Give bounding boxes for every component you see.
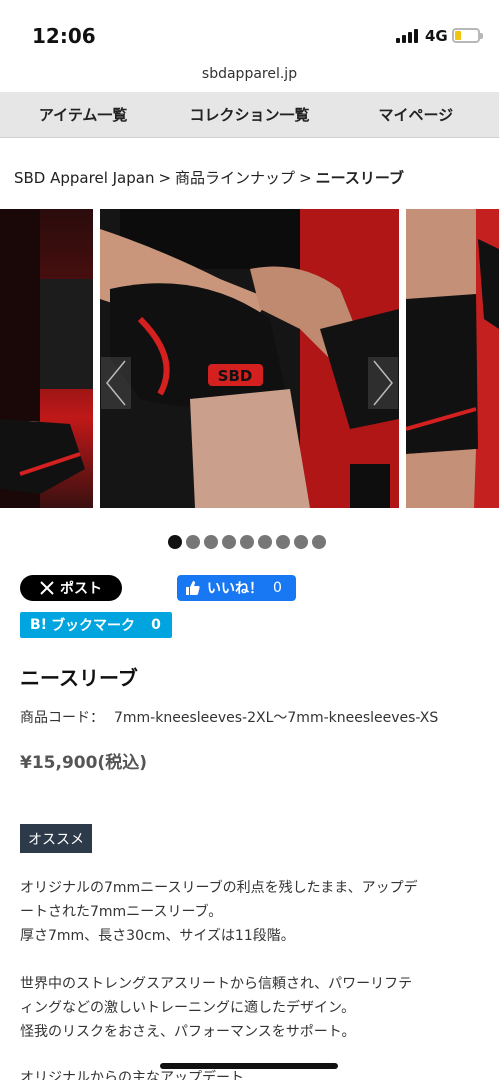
carousel-dot[interactable] [276, 535, 290, 549]
carousel-next-button[interactable] [368, 357, 398, 409]
breadcrumb-separator: > [299, 169, 312, 187]
battery-icon [452, 28, 483, 43]
nav-item-mypage[interactable]: マイページ [333, 92, 499, 137]
hatena-label: ブックマーク [51, 618, 136, 634]
chevron-left-icon [106, 360, 126, 406]
carousel-dot[interactable] [258, 535, 272, 549]
carousel-slide-main[interactable]: SBD [100, 209, 399, 508]
sbd-logo: SBD [218, 367, 253, 385]
home-indicator[interactable] [160, 1063, 338, 1069]
carousel-slide-next[interactable] [406, 209, 499, 508]
carousel-slide-prev[interactable] [0, 209, 93, 508]
breadcrumb-current: ニースリーブ [315, 169, 404, 187]
nav-item-items[interactable]: アイテム一覧 [0, 92, 166, 137]
thumbs-up-icon [186, 581, 200, 595]
description-line: ィングなどの激しいトレーニングに適したデザイン。 [20, 1000, 356, 1016]
product-code-value: 7mm-kneesleeves-2XL〜7mm-kneesleeves-XS [114, 710, 439, 726]
hatena-icon: B! [30, 617, 48, 633]
recommend-tag: オススメ [20, 824, 92, 853]
breadcrumb-separator: > [158, 169, 172, 187]
description-line: 厚さ7mm、長さ30cm、サイズは11段階。 [20, 928, 295, 944]
product-image-carousel[interactable]: SBD [0, 209, 499, 508]
description-line: 世界中のストレングスアスリートから信頼され、パワーリフテ [20, 976, 413, 992]
breadcrumb-lineup[interactable]: 商品ラインナップ [175, 169, 295, 187]
signal-icon [396, 29, 420, 43]
hatena-bookmark-button[interactable]: B! ブックマーク 0 [20, 612, 172, 638]
carousel-pagination [168, 535, 326, 549]
description-line: ートされた7mmニースリーブ。 [20, 904, 223, 920]
description-paragraph: オリジナルの7mmニースリーブの利点を残したまま、アップデ ートされた7mmニー… [20, 876, 480, 948]
main-nav: アイテム一覧 コレクション一覧 マイページ [0, 92, 499, 138]
hatena-count: 0 [151, 617, 161, 633]
breadcrumb: SBD Apparel Japan > 商品ラインナップ > ニースリーブ [14, 167, 404, 188]
chevron-right-icon [373, 360, 393, 406]
product-code: 商品コード： 7mm-kneesleeves-2XL〜7mm-kneesleeve… [20, 707, 438, 727]
nav-item-collections[interactable]: コレクション一覧 [166, 92, 332, 137]
product-title: ニースリーブ [20, 666, 138, 690]
carousel-dot[interactable] [240, 535, 254, 549]
description-line: 怪我のリスクをおさえ、パフォーマンスをサポート。 [20, 1024, 356, 1040]
carousel-dot[interactable] [168, 535, 182, 549]
facebook-like-button[interactable]: いいね！ 0 [177, 575, 296, 601]
like-label: いいね！ [207, 581, 263, 597]
description-paragraph: 世界中のストレングスアスリートから信頼され、パワーリフテ ィングなどの激しいトレ… [20, 972, 480, 1044]
carousel-dot[interactable] [294, 535, 308, 549]
network-type: 4G [425, 27, 448, 45]
x-post-label: ポスト [60, 581, 102, 597]
carousel-dot[interactable] [186, 535, 200, 549]
product-code-label: 商品コード： [20, 710, 104, 726]
description-line: オリジナルの7mmニースリーブの利点を残したまま、アップデ [20, 880, 418, 896]
carousel-prev-button[interactable] [101, 357, 131, 409]
like-count: 0 [273, 580, 282, 596]
status-time: 12:06 [32, 24, 96, 48]
carousel-dot[interactable] [312, 535, 326, 549]
address-bar-url[interactable]: sbdapparel.jp [0, 66, 499, 82]
breadcrumb-home[interactable]: SBD Apparel Japan [14, 169, 154, 187]
x-post-button[interactable]: ポスト [20, 575, 122, 601]
status-bar: 12:06 4G [0, 0, 499, 62]
product-price: ¥15,900(税込) [20, 753, 147, 773]
x-logo-icon [40, 581, 54, 595]
carousel-dot[interactable] [204, 535, 218, 549]
carousel-dot[interactable] [222, 535, 236, 549]
